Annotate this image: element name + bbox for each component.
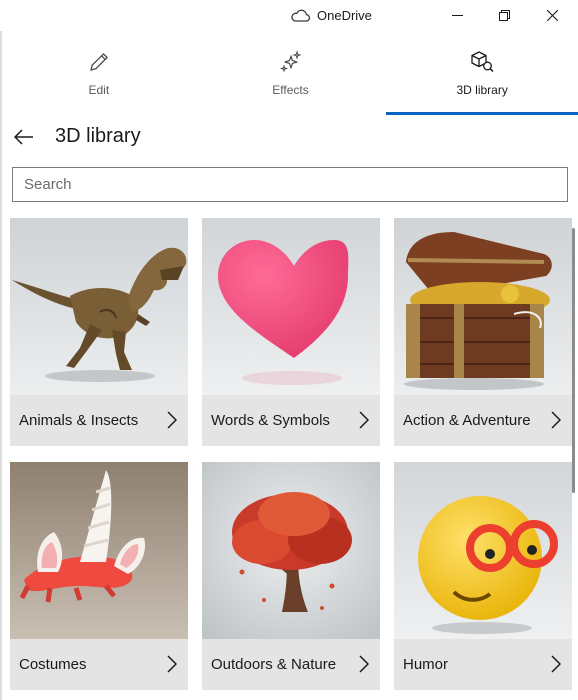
- category-caption: Humor: [394, 639, 572, 690]
- category-label: Action & Adventure: [403, 412, 531, 429]
- category-caption: Costumes: [10, 639, 188, 690]
- title-bar: OneDrive: [0, 0, 578, 31]
- close-button[interactable]: [529, 0, 575, 31]
- category-caption: Action & Adventure: [394, 395, 572, 446]
- chevron-right-icon: [551, 411, 561, 429]
- scrollbar-thumb[interactable]: [572, 228, 575, 493]
- tab-3d-library[interactable]: 3D library: [386, 31, 578, 115]
- page-title: 3D library: [55, 125, 141, 147]
- category-caption: Animals & Insects: [10, 395, 188, 446]
- 3d-library-icon: [471, 51, 494, 73]
- category-label: Outdoors & Nature: [211, 656, 337, 673]
- minimize-button[interactable]: [434, 0, 480, 31]
- restore-button[interactable]: [481, 0, 527, 31]
- chevron-right-icon: [359, 655, 369, 673]
- tab-edit-label: Edit: [88, 83, 110, 97]
- thumbnail-trex: [10, 218, 188, 395]
- chevron-right-icon: [551, 655, 561, 673]
- category-caption: Outdoors & Nature: [202, 639, 380, 690]
- chevron-right-icon: [359, 411, 369, 429]
- pencil-icon: [90, 53, 108, 71]
- tab-bar: Edit Effects 3D library: [3, 31, 578, 115]
- sparkles-icon: [279, 50, 302, 73]
- category-label: Words & Symbols: [211, 412, 330, 429]
- category-label: Costumes: [19, 656, 87, 673]
- minimize-icon: [451, 15, 463, 16]
- category-label: Animals & Insects: [19, 412, 139, 429]
- thumbnail-unicorn-headband: [10, 462, 188, 639]
- thumbnail-nerd-emoji: [394, 462, 572, 639]
- onedrive-cloud-icon: [291, 9, 310, 22]
- tab-effects-label: Effects: [272, 83, 309, 97]
- window-title: OneDrive: [317, 8, 372, 23]
- thumbnail-treasure-chest: [394, 218, 572, 395]
- close-icon: [546, 10, 558, 21]
- back-arrow-icon: [14, 129, 33, 145]
- category-caption: Words & Symbols: [202, 395, 380, 446]
- app-title: OneDrive: [290, 0, 372, 31]
- chevron-right-icon: [167, 411, 177, 429]
- tab-edit[interactable]: Edit: [3, 31, 195, 115]
- chevron-right-icon: [167, 655, 177, 673]
- window-edge: [0, 31, 3, 700]
- thumbnail-tree: [202, 462, 380, 639]
- tab-3d-library-label: 3D library: [456, 83, 508, 97]
- search-input[interactable]: [12, 167, 568, 202]
- tab-effects[interactable]: Effects: [195, 31, 387, 115]
- thumbnail-heart: [202, 218, 380, 395]
- category-label: Humor: [403, 656, 449, 673]
- restore-icon: [498, 10, 510, 21]
- back-button[interactable]: [10, 124, 38, 150]
